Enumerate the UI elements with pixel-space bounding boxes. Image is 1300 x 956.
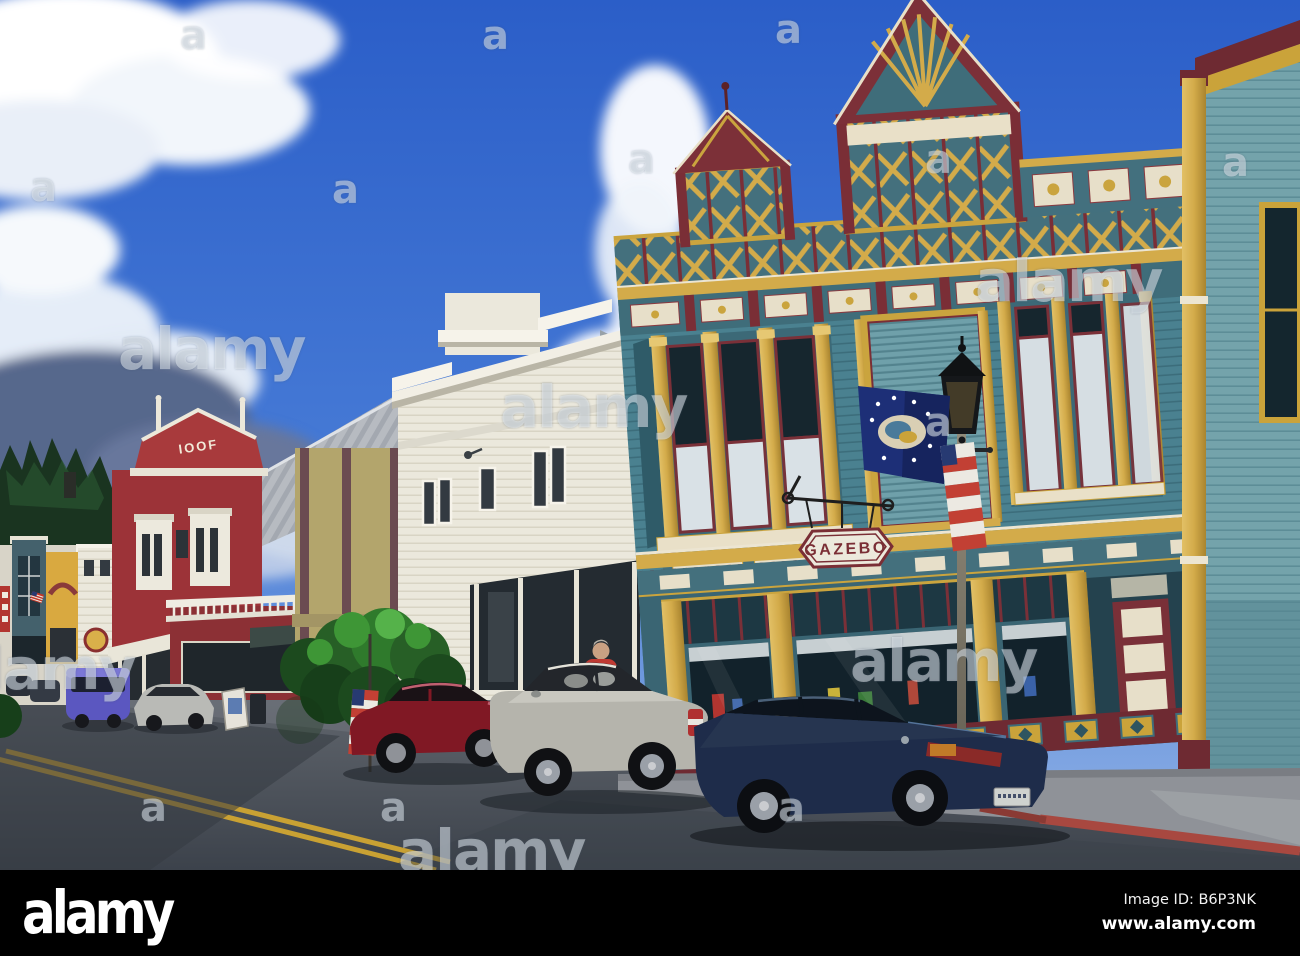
photo-illustration: IOOF [0,0,1300,870]
gazebo-sign-text: GAZEBO [804,540,888,560]
sandwich-board-sign [222,688,248,730]
image-id-label: Image ID: B6P3NK [1102,892,1256,908]
side-wall [1195,20,1300,775]
corner-pilaster [1178,70,1210,778]
state-flag [858,386,950,484]
stock-photo-page: IOOF [0,0,1300,956]
right-bay-window [997,291,1166,507]
alamy-logo: alamy [22,879,171,947]
round-shop-sign [85,629,107,651]
right-cornice-band [1019,148,1197,218]
bay-windows-lace [667,336,826,532]
distant-car [6,676,32,696]
teal-tower-building [10,536,48,664]
distant-car [30,680,60,702]
side-window [1262,205,1300,420]
photo-ferndale-street: IOOF [0,0,1300,870]
yellow-arch-building [46,552,78,664]
chimney [64,472,76,498]
trash-bin [250,694,266,724]
alamy-url: www.alamy.com [1102,914,1256,934]
purple-minivan [62,668,134,732]
alamy-footer-bar: alamy Image ID: B6P3NK www.alamy.com [0,870,1300,956]
